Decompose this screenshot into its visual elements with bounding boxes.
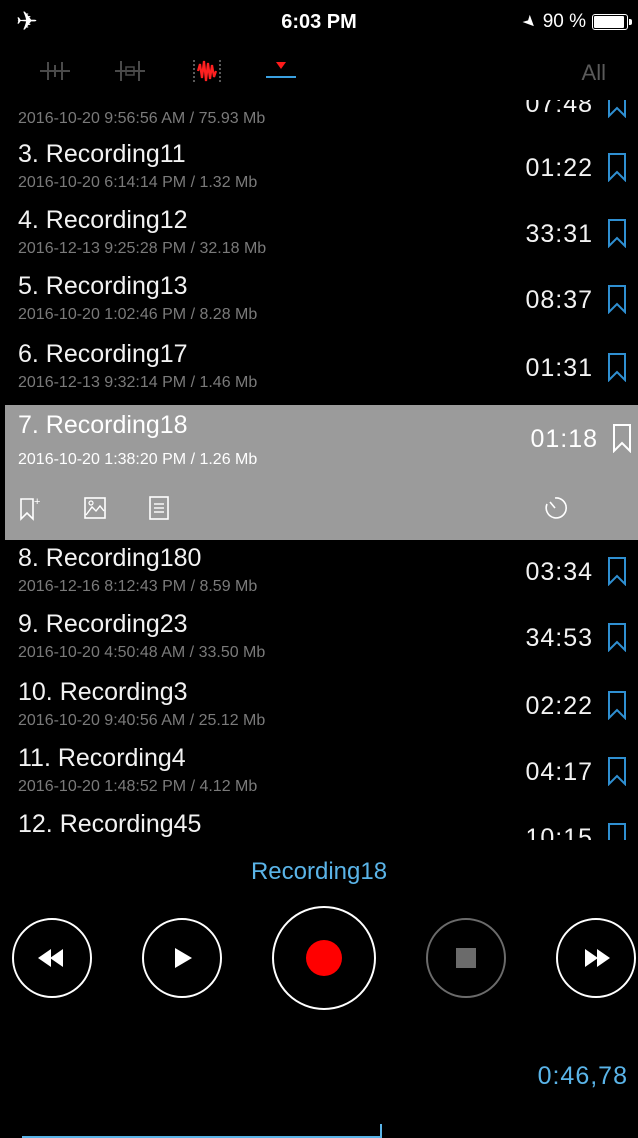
recording-title: 8. Recording180 [18, 544, 202, 572]
recording-duration: 03:34 [525, 558, 593, 586]
playback-position-marker[interactable] [380, 1124, 382, 1138]
recording-duration: 33:31 [525, 220, 593, 248]
recording-title: 10. Recording3 [18, 678, 188, 706]
list-item[interactable]: 9. Recording23 2016-10-20 4:50:48 AM / 3… [0, 606, 638, 672]
filter-all-button[interactable]: All [582, 60, 606, 86]
battery-icon [592, 14, 632, 30]
battery-percent: 90 % [542, 11, 586, 32]
recording-duration: 02:22 [525, 692, 593, 720]
svg-text:+: + [34, 496, 40, 508]
bookmark-icon[interactable] [607, 690, 627, 720]
recording-duration: 01:18 [530, 425, 598, 453]
waveform-gray-icon[interactable] [38, 58, 72, 84]
recording-duration: 04:17 [525, 758, 593, 786]
marker-selected-icon[interactable] [264, 58, 298, 84]
recording-meta: 2016-12-13 9:32:14 PM / 1.46 Mb [18, 374, 258, 391]
recording-duration: 34:53 [525, 624, 593, 652]
status-right: ➤ 90 % [519, 11, 632, 33]
now-playing-title: Recording18 [250, 858, 388, 885]
bookmark-icon[interactable] [607, 622, 627, 652]
record-icon [306, 940, 342, 976]
list-item[interactable]: 8. Recording180 2016-12-16 8:12:43 PM / … [0, 540, 638, 606]
recording-title: 6. Recording17 [18, 340, 188, 368]
recording-meta: 2016-10-20 1:02:46 PM / 8.28 Mb [18, 306, 258, 323]
recording-title: 7. Recording18 [18, 411, 188, 439]
list-item[interactable]: 10. Recording3 2016-10-20 9:40:56 AM / 2… [0, 674, 638, 740]
list-item[interactable]: 6. Recording17 2016-12-13 9:32:14 PM / 1… [0, 336, 638, 402]
bookmark-icon[interactable] [612, 423, 632, 453]
split-gray-icon[interactable] [113, 58, 147, 84]
recording-meta: 2016-10-20 9:56:56 AM / 75.93 Mb [18, 110, 266, 127]
recording-duration: 10:15 [525, 824, 593, 840]
bookmark-icon[interactable] [607, 756, 627, 786]
bookmark-icon[interactable] [607, 284, 627, 314]
waveform-red-icon[interactable] [190, 58, 224, 84]
notes-icon[interactable] [147, 495, 171, 521]
elapsed-time: 0:46,78 [537, 1062, 628, 1090]
image-icon[interactable] [83, 495, 107, 521]
recording-meta: 2016-12-13 9:25:28 PM / 32.18 Mb [18, 240, 267, 257]
list-item[interactable]: 5. Recording13 2016-10-20 1:02:46 PM / 8… [0, 268, 638, 334]
recording-duration: 01:31 [525, 354, 593, 382]
list-item[interactable]: 12. Recording45 10:15 [0, 806, 638, 840]
bookmark-icon[interactable] [607, 218, 627, 248]
fast-forward-button[interactable] [556, 918, 636, 998]
timer-icon[interactable] [543, 495, 567, 521]
recording-title: 11. Recording4 [18, 744, 186, 772]
list-item[interactable]: 11. Recording4 2016-10-20 1:48:52 PM / 4… [0, 740, 638, 806]
rewind-icon [38, 949, 63, 967]
recording-meta: 2016-10-20 6:14:14 PM / 1.32 Mb [18, 174, 258, 191]
fast-forward-icon [585, 949, 610, 967]
bookmark-icon[interactable] [607, 822, 627, 840]
list-item[interactable]: 3. Recording11 2016-10-20 6:14:14 PM / 1… [0, 136, 638, 202]
list-item[interactable]: 2016-10-20 9:56:56 AM / 75.93 Mb 07:48 [0, 100, 638, 138]
stop-icon [456, 948, 476, 968]
bookmark-icon[interactable] [607, 352, 627, 382]
recording-meta: 2016-10-20 1:38:20 PM / 1.26 Mb [18, 451, 258, 468]
bookmark-icon[interactable] [607, 152, 627, 182]
bookmark-icon[interactable] [607, 100, 627, 118]
list-item[interactable]: 4. Recording12 2016-12-13 9:25:28 PM / 3… [0, 202, 638, 268]
recording-title: 12. Recording45 [18, 810, 202, 838]
recording-duration: 07:48 [525, 100, 593, 118]
play-icon [175, 948, 192, 968]
recording-meta: 2016-10-20 9:40:56 AM / 25.12 Mb [18, 712, 266, 729]
recording-duration: 01:22 [525, 154, 593, 182]
recording-title: 4. Recording12 [18, 206, 188, 234]
recording-title: 5. Recording13 [18, 272, 188, 300]
record-button[interactable] [272, 906, 376, 1010]
play-button[interactable] [142, 918, 222, 998]
recording-title: 9. Recording23 [18, 610, 188, 638]
recording-duration: 08:37 [525, 286, 593, 314]
recording-meta: 2016-10-20 1:48:52 PM / 4.12 Mb [18, 778, 258, 795]
stop-button[interactable] [426, 918, 506, 998]
rewind-button[interactable] [12, 918, 92, 998]
recording-meta: 2016-12-16 8:12:43 PM / 8.59 Mb [18, 578, 258, 595]
status-bar: ✈ 6:03 PM ➤ 90 % [0, 0, 638, 42]
selected-recording[interactable]: 7. Recording18 2016-10-20 1:38:20 PM / 1… [5, 405, 638, 540]
add-bookmark-icon[interactable]: + [19, 495, 43, 521]
recording-meta: 2016-10-20 4:50:48 AM / 33.50 Mb [18, 644, 266, 661]
bookmark-icon[interactable] [607, 556, 627, 586]
toolbar: All [0, 48, 638, 94]
recording-title: 3. Recording11 [18, 140, 186, 168]
